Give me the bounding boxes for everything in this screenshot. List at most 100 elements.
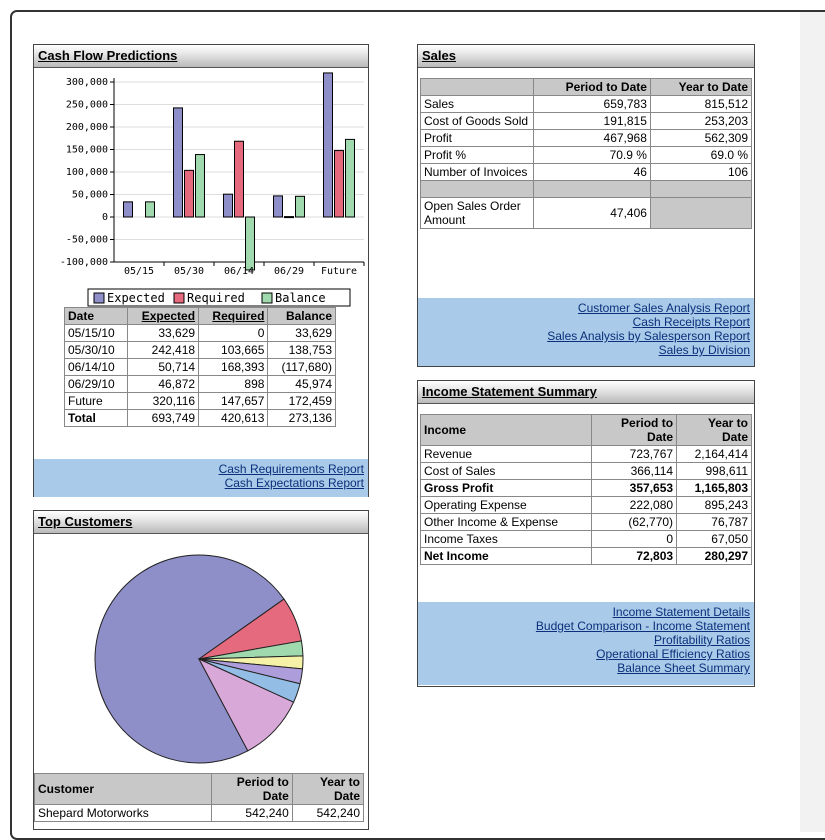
col-year: Year to Date bbox=[676, 414, 752, 446]
table-row: Other Income & Expense (62,770) 76,787 bbox=[420, 513, 752, 531]
col-blank bbox=[420, 78, 534, 96]
cell: 1,165,803 bbox=[676, 479, 752, 497]
y-tick-label: 50,000 bbox=[72, 190, 108, 201]
table-row: Income Taxes 0 67,050 bbox=[420, 530, 752, 548]
cell: 76,787 bbox=[676, 513, 752, 531]
cell: 693,749 bbox=[127, 409, 200, 427]
cell: 67,050 bbox=[676, 530, 752, 548]
cell: Total bbox=[63, 409, 129, 427]
cell: Profit bbox=[420, 129, 534, 147]
customer-sales-analysis-link[interactable]: Customer Sales Analysis Report bbox=[422, 301, 750, 315]
cash-requirements-report-link[interactable]: Cash Requirements Report bbox=[38, 462, 364, 476]
cell: Profit % bbox=[420, 146, 534, 164]
income-title[interactable]: Income Statement Summary bbox=[418, 381, 754, 404]
cell: 69.0 % bbox=[649, 146, 753, 164]
cell: Income Taxes bbox=[420, 530, 592, 548]
table-row: Revenue 723,767 2,164,414 bbox=[420, 445, 752, 463]
x-tick-label: Future bbox=[321, 266, 357, 277]
top-customers-title[interactable]: Top Customers bbox=[34, 511, 368, 534]
cell: Other Income & Expense bbox=[420, 513, 592, 531]
legend-swatch-balance bbox=[261, 292, 273, 304]
col-income: Income bbox=[420, 414, 592, 446]
table-row: Gross Profit 357,653 1,165,803 bbox=[420, 479, 752, 497]
top-customers-pie-chart bbox=[94, 554, 304, 764]
cell: Net Income bbox=[420, 547, 592, 565]
profitability-ratios-link[interactable]: Profitability Ratios bbox=[422, 633, 750, 647]
cell: Cost of Goods Sold bbox=[420, 112, 534, 130]
bar-balance bbox=[245, 216, 255, 271]
income-panel: Income Statement Summary Income Period t… bbox=[417, 380, 755, 687]
cash-flow-panel: Cash Flow Predictions 300,000 250,000 200,… bbox=[33, 44, 369, 497]
income-statement-details-link[interactable]: Income Statement Details bbox=[422, 605, 750, 619]
cell: 05/30/10 bbox=[63, 341, 129, 359]
cell: 222,080 bbox=[590, 496, 678, 514]
cell: (117,680) bbox=[267, 358, 336, 376]
legend-label-expected: Expected bbox=[107, 291, 165, 305]
bar-required bbox=[234, 140, 244, 218]
y-tick-label: -100,000 bbox=[60, 257, 108, 268]
bar-required bbox=[334, 150, 344, 218]
cell: 05/15/10 bbox=[63, 324, 129, 342]
table-row: Open Sales Order Amount 47,406 bbox=[420, 197, 753, 229]
col-period: Period to Date bbox=[590, 414, 678, 446]
cell bbox=[649, 197, 753, 229]
cell: 06/14/10 bbox=[63, 358, 129, 376]
cash-expectations-report-link[interactable]: Cash Expectations Report bbox=[38, 476, 364, 490]
col-year: Year to Date bbox=[649, 78, 753, 96]
budget-comparison-link[interactable]: Budget Comparison - Income Statement bbox=[422, 619, 750, 633]
sales-by-salesperson-link[interactable]: Sales Analysis by Salesperson Report bbox=[422, 329, 750, 343]
col-expected[interactable]: Expected bbox=[127, 307, 200, 325]
legend-label-required: Required bbox=[187, 291, 245, 305]
cell: 33,629 bbox=[267, 324, 336, 342]
cell: 2,164,414 bbox=[676, 445, 752, 463]
cell: 06/29/10 bbox=[63, 375, 129, 393]
cell: 280,297 bbox=[676, 547, 752, 565]
cell bbox=[533, 180, 651, 198]
cell: 898 bbox=[198, 375, 269, 393]
cell: Cost of Sales bbox=[420, 462, 592, 480]
cell bbox=[420, 180, 534, 198]
x-tick-label: 05/15 bbox=[124, 266, 154, 277]
cell: Revenue bbox=[420, 445, 592, 463]
operational-efficiency-link[interactable]: Operational Efficiency Ratios bbox=[422, 647, 750, 661]
cell: 562,309 bbox=[649, 129, 753, 147]
x-tick-label: 06/29 bbox=[274, 266, 304, 277]
table-row: Cost of Sales 366,114 998,611 bbox=[420, 462, 752, 480]
table-row: Net Income 72,803 280,297 bbox=[420, 547, 752, 565]
table-row: Sales 659,783 815,512 bbox=[420, 95, 753, 113]
cell: 357,653 bbox=[590, 479, 678, 497]
cash-flow-title[interactable]: Cash Flow Predictions bbox=[34, 45, 368, 68]
table-row: Profit 467,968 562,309 bbox=[420, 129, 753, 147]
top-customers-table: Customer Period to Date Year to Date She… bbox=[34, 773, 365, 822]
cell: Sales bbox=[420, 95, 534, 113]
cell: 0 bbox=[590, 530, 678, 548]
balance-sheet-summary-link[interactable]: Balance Sheet Summary bbox=[422, 661, 750, 675]
cell: 273,136 bbox=[267, 409, 336, 427]
col-balance: Balance bbox=[267, 307, 336, 325]
bar-balance bbox=[145, 201, 155, 218]
cell: 46,872 bbox=[127, 375, 200, 393]
cell: 998,611 bbox=[676, 462, 752, 480]
cell: 542,240 bbox=[211, 804, 293, 822]
col-period: Period to Date bbox=[211, 773, 293, 805]
cell: 103,665 bbox=[198, 341, 269, 359]
sales-by-division-link[interactable]: Sales by Division bbox=[422, 343, 750, 357]
cell: 420,613 bbox=[198, 409, 269, 427]
cell: Gross Profit bbox=[420, 479, 592, 497]
cell: Operating Expense bbox=[420, 496, 592, 514]
cell: 253,203 bbox=[649, 112, 753, 130]
y-tick-label: -50,000 bbox=[66, 235, 108, 246]
sales-title[interactable]: Sales bbox=[418, 45, 754, 68]
cell: 242,418 bbox=[127, 341, 200, 359]
cell: 106 bbox=[649, 163, 753, 181]
bar-expected bbox=[223, 193, 233, 218]
col-customer: Customer bbox=[34, 773, 212, 805]
right-margin bbox=[800, 12, 825, 832]
table-row: Profit % 70.9 % 69.0 % bbox=[420, 146, 753, 164]
table-row: Cost of Goods Sold 191,815 253,203 bbox=[420, 112, 753, 130]
bar-required bbox=[184, 169, 194, 218]
x-tick-label: 05/30 bbox=[174, 266, 204, 277]
col-required[interactable]: Required bbox=[198, 307, 269, 325]
cash-receipts-report-link[interactable]: Cash Receipts Report bbox=[422, 315, 750, 329]
cell: 723,767 bbox=[590, 445, 678, 463]
